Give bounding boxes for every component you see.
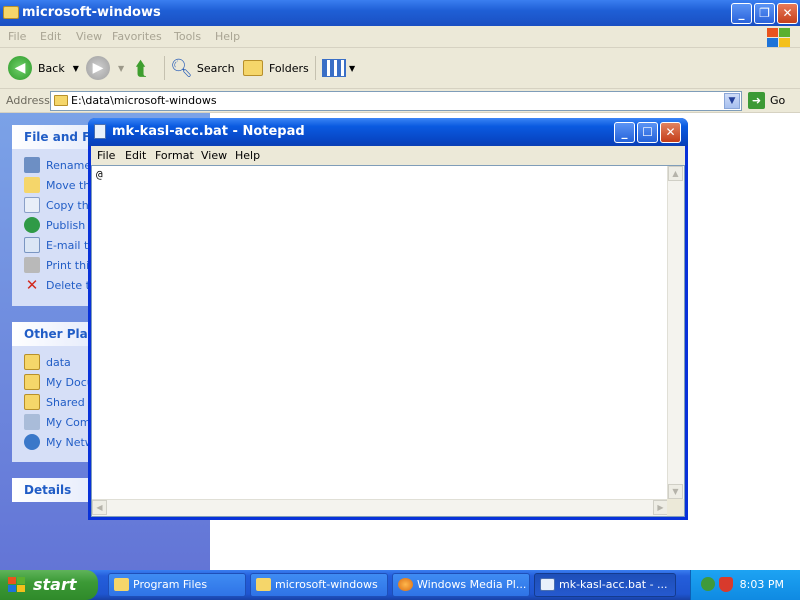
go-arrow-icon: ➜ xyxy=(748,92,765,109)
notepad-menu-file[interactable]: File xyxy=(97,149,115,162)
menu-tools[interactable]: Tools xyxy=(174,30,201,43)
rename-icon xyxy=(24,157,40,173)
copy-icon xyxy=(24,197,40,213)
shared-folder-icon xyxy=(24,394,40,410)
clock: 8:03 PM xyxy=(739,578,784,591)
views-icon xyxy=(322,59,346,77)
menu-view[interactable]: View xyxy=(76,30,102,43)
menu-help[interactable]: Help xyxy=(215,30,240,43)
media-player-icon xyxy=(398,578,413,591)
folders-label: Folders xyxy=(269,61,309,75)
security-shield-icon[interactable] xyxy=(719,577,733,592)
notepad-text-area[interactable]: @ ▲ ▼ ◀ ▶ xyxy=(91,165,685,517)
search-button[interactable]: 🔍︎ Search xyxy=(170,54,235,82)
menu-edit[interactable]: Edit xyxy=(40,30,61,43)
explorer-minimize-button[interactable]: _ xyxy=(731,3,752,24)
views-button[interactable]: ▼ xyxy=(322,54,355,82)
forward-arrow-icon: ▶ xyxy=(86,56,110,80)
start-button[interactable]: start xyxy=(0,570,98,600)
my-documents-icon xyxy=(24,374,40,390)
task-notepad[interactable]: mk-kasl-acc.bat - ... xyxy=(534,573,676,597)
vertical-scrollbar[interactable]: ▲ ▼ xyxy=(667,166,684,499)
explorer-titlebar[interactable]: microsoft-windows xyxy=(0,0,800,26)
notepad-content: @ xyxy=(96,168,103,181)
forward-button[interactable]: ▶ ▼ xyxy=(86,54,124,82)
windows-logo-icon xyxy=(766,27,792,47)
address-value: E:\data\microsoft-windows xyxy=(71,94,217,107)
start-label: start xyxy=(33,575,77,594)
notepad-menu-help[interactable]: Help xyxy=(235,149,260,162)
publish-web-icon xyxy=(24,217,40,233)
windows-flag-icon xyxy=(8,577,26,593)
scroll-up-icon[interactable]: ▲ xyxy=(668,166,683,181)
resize-grip[interactable] xyxy=(667,499,684,516)
up-folder-icon: ⮬ xyxy=(135,56,147,80)
notepad-minimize-button[interactable]: _ xyxy=(614,122,635,143)
task-windows-media-player[interactable]: Windows Media Pl... xyxy=(392,573,530,597)
notepad-maximize-button[interactable]: ☐ xyxy=(637,122,658,143)
scroll-left-icon[interactable]: ◀ xyxy=(92,500,107,515)
my-computer-icon xyxy=(24,414,40,430)
notepad-menubar: File Edit Format View Help xyxy=(91,146,685,165)
folder-icon xyxy=(3,6,19,19)
menu-favorites[interactable]: Favorites xyxy=(112,30,162,43)
explorer-menubar: File Edit View Favorites Tools Help xyxy=(0,26,800,48)
notepad-title: mk-kasl-acc.bat - Notepad xyxy=(112,124,305,139)
back-dropdown-icon[interactable]: ▼ xyxy=(73,64,79,73)
tray-network-icon[interactable] xyxy=(701,577,715,591)
back-button[interactable]: ◀ Back ▼ xyxy=(8,54,79,82)
folder-icon xyxy=(24,354,40,370)
delete-icon: ✕ xyxy=(25,276,39,294)
horizontal-scrollbar[interactable]: ◀ ▶ xyxy=(92,499,668,516)
task-microsoft-windows[interactable]: microsoft-windows xyxy=(250,573,388,597)
address-dropdown-icon[interactable]: ▼ xyxy=(724,93,740,109)
explorer-close-button[interactable]: ✕ xyxy=(777,3,798,24)
scroll-down-icon[interactable]: ▼ xyxy=(668,484,683,499)
up-folder-button[interactable]: ⮬ xyxy=(135,54,147,82)
search-label: Search xyxy=(196,61,235,75)
go-label: Go xyxy=(770,94,786,107)
move-icon xyxy=(24,177,40,193)
notepad-menu-format[interactable]: Format xyxy=(155,149,194,162)
notepad-menu-view[interactable]: View xyxy=(201,149,227,162)
explorer-toolbar: ◀ Back ▼ ▶ ▼ ⮬ 🔍︎ Search Folders ▼ xyxy=(0,48,800,89)
notepad-icon xyxy=(540,578,555,591)
address-bar: Address E:\data\microsoft-windows ▼ ➜ Go xyxy=(0,89,800,113)
taskbar: start Program Files microsoft-windows Wi… xyxy=(0,570,800,600)
folders-icon xyxy=(243,60,263,76)
network-icon xyxy=(24,434,40,450)
back-label: Back xyxy=(38,61,65,75)
notepad-titlebar[interactable]: mk-kasl-acc.bat - Notepad xyxy=(88,118,688,146)
views-dropdown-icon: ▼ xyxy=(349,63,356,73)
explorer-restore-button[interactable]: ❐ xyxy=(754,3,775,24)
scroll-right-icon[interactable]: ▶ xyxy=(653,500,668,515)
email-icon xyxy=(24,237,40,253)
notepad-icon xyxy=(94,124,106,139)
back-arrow-icon: ◀ xyxy=(8,56,32,80)
address-label: Address xyxy=(6,94,50,107)
folder-icon xyxy=(256,578,271,591)
address-folder-icon xyxy=(54,95,68,106)
task-program-files[interactable]: Program Files xyxy=(108,573,246,597)
system-tray: 8:03 PM xyxy=(690,570,800,600)
go-button[interactable]: ➜ Go xyxy=(748,92,785,109)
folder-icon xyxy=(114,578,129,591)
forward-dropdown-icon[interactable]: ▼ xyxy=(118,64,124,73)
print-icon xyxy=(24,257,40,273)
search-icon: 🔍︎ xyxy=(170,57,193,79)
notepad-close-button[interactable]: ✕ xyxy=(660,122,681,143)
address-input[interactable]: E:\data\microsoft-windows ▼ xyxy=(50,91,742,111)
notepad-window: mk-kasl-acc.bat - Notepad _ ☐ ✕ File Edi… xyxy=(88,118,688,520)
notepad-menu-edit[interactable]: Edit xyxy=(125,149,146,162)
menu-file[interactable]: File xyxy=(8,30,26,43)
explorer-title: microsoft-windows xyxy=(22,5,161,20)
folders-button[interactable]: Folders xyxy=(243,54,309,82)
